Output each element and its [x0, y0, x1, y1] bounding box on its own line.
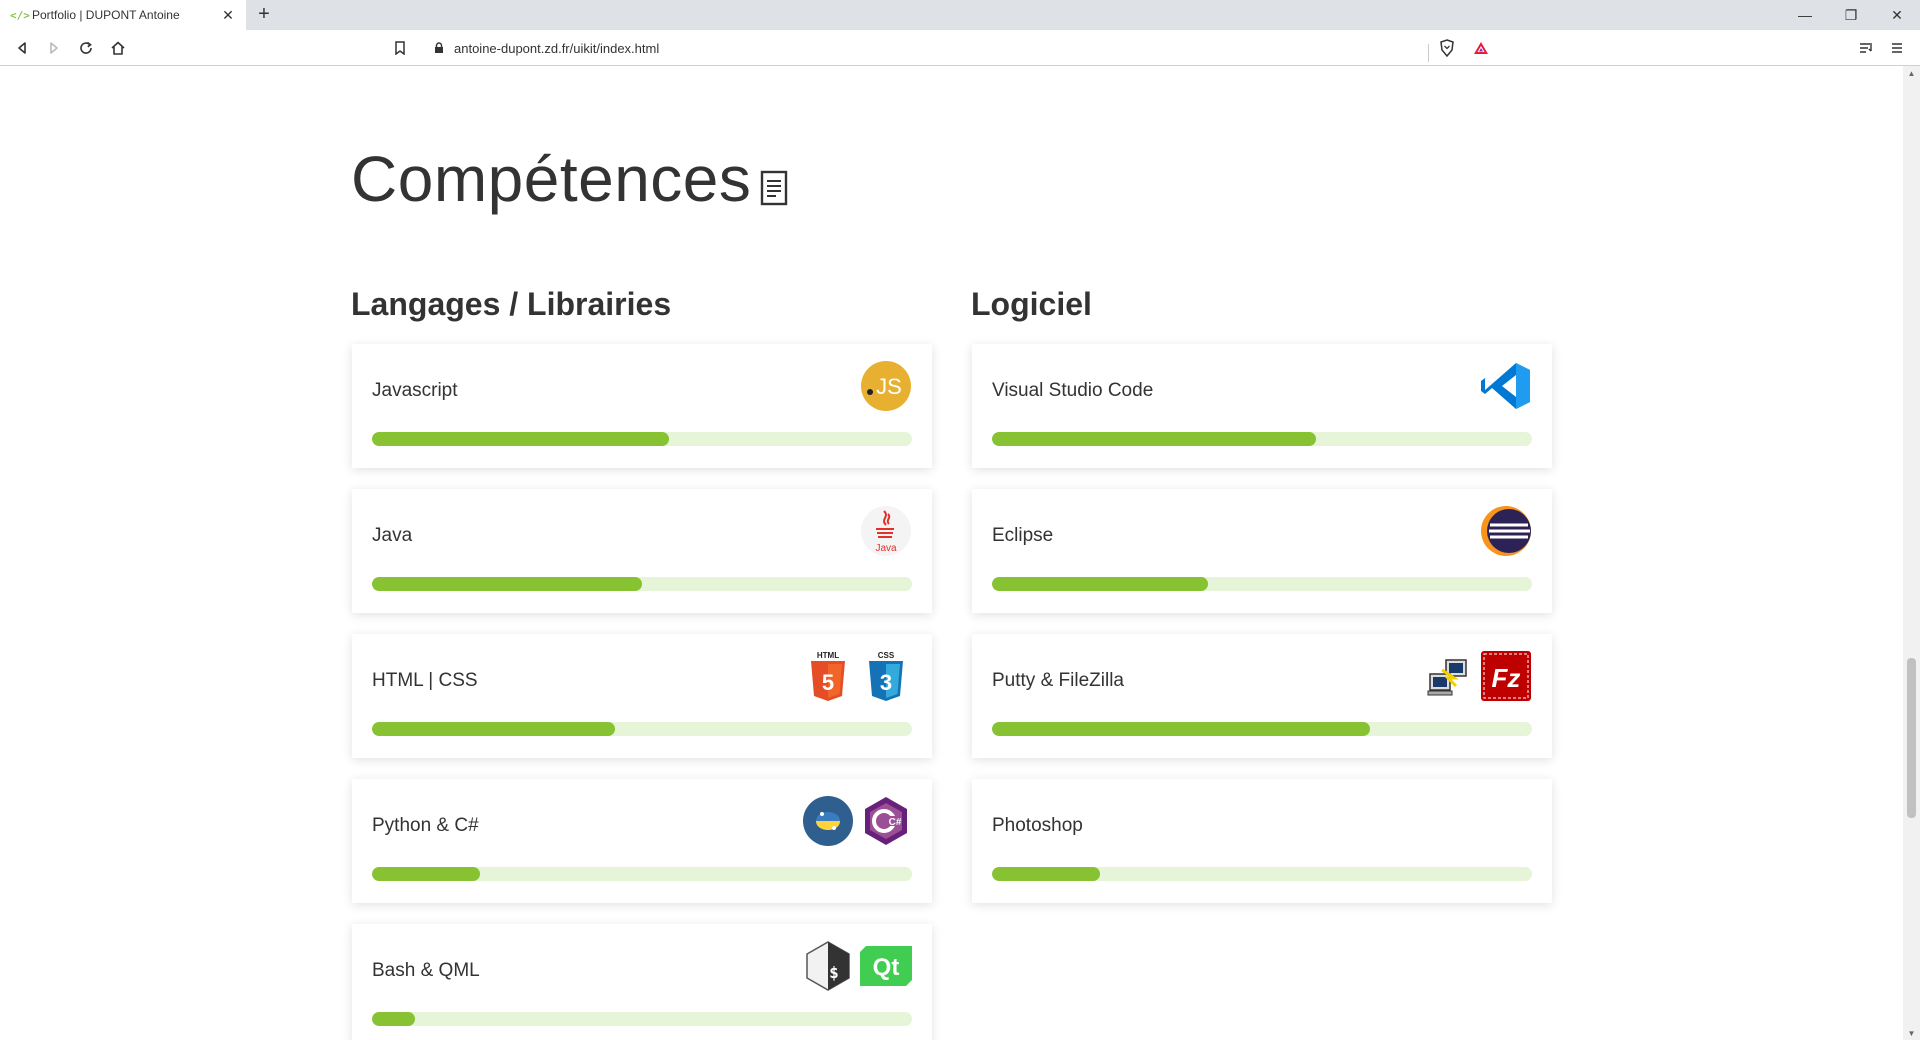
skill-progress-bar [372, 722, 912, 736]
vscode-icon [1480, 360, 1532, 412]
putty-icon [1422, 650, 1474, 702]
skill-progress-bar [992, 577, 1532, 591]
menu-icon[interactable] [1886, 37, 1908, 59]
bookmark-icon [395, 41, 405, 55]
skill-label: Javascript [372, 380, 458, 401]
right-column-title: Logiciel [971, 286, 1092, 322]
page-scrollbar[interactable]: ▲ ▼ [1903, 66, 1920, 1040]
html5-icon: HTML 5 [802, 650, 854, 702]
progress-fill [992, 722, 1370, 736]
svg-text:CSS: CSS [878, 651, 895, 660]
document-icon [760, 170, 788, 206]
skill-card-eclipse: Eclipse [972, 489, 1552, 613]
svg-text:5: 5 [822, 670, 834, 695]
browser-tab[interactable]: </> Portfolio | DUPONT Antoine ✕ [0, 0, 246, 30]
page-content: Compétences Langages / Librairies Logici… [0, 66, 1903, 1040]
skill-card-bash-qml: Bash & QML $ Qt [352, 924, 932, 1040]
skill-card-putty-filezilla: Putty & FileZilla Fz [972, 634, 1552, 758]
progress-fill [992, 577, 1208, 591]
restore-button[interactable]: ❐ [1828, 0, 1874, 30]
skill-card-vscode: Visual Studio Code [972, 344, 1552, 468]
skill-label: Visual Studio Code [992, 380, 1154, 401]
forward-arrow-icon [50, 42, 58, 54]
csharp-icon: C# [860, 795, 912, 847]
python-icon [802, 795, 854, 847]
qt-icon: Qt [860, 940, 912, 992]
scroll-up-arrow-icon[interactable]: ▲ [1903, 66, 1920, 80]
skill-progress-bar [372, 432, 912, 446]
svg-text:$: $ [829, 963, 839, 982]
svg-text:HTML: HTML [817, 651, 839, 660]
forward-button[interactable] [42, 36, 66, 60]
back-arrow-icon [18, 42, 26, 54]
svg-text:Fz: Fz [1492, 663, 1521, 693]
code-favicon-icon: </> [10, 8, 30, 22]
skill-card-python-csharp: Python & C# C# [352, 779, 932, 903]
skill-card-html-css: HTML | CSS HTML 5 CSS 3 [352, 634, 932, 758]
progress-fill [372, 722, 615, 736]
left-column-title: Langages / Librairies [351, 286, 672, 322]
lock-icon [432, 41, 446, 55]
reload-button[interactable] [74, 36, 98, 60]
svg-text:Qt: Qt [873, 954, 900, 981]
tab-close-icon[interactable]: ✕ [220, 7, 236, 24]
skill-label: Java [372, 525, 413, 546]
svg-text:JS: JS [876, 374, 902, 399]
new-tab-button[interactable]: + [252, 3, 276, 27]
skill-progress-bar [992, 722, 1532, 736]
skill-label: Python & C# [372, 815, 479, 836]
progress-fill [372, 867, 480, 881]
home-button[interactable] [106, 36, 130, 60]
skill-progress-bar [372, 1012, 912, 1026]
progress-fill [992, 867, 1100, 881]
skill-progress-bar [372, 577, 912, 591]
bash-icon: $ [802, 940, 854, 992]
back-button[interactable] [10, 36, 34, 60]
url-text: antoine-dupont.zd.fr/uikit/index.html [454, 40, 660, 56]
minimize-button[interactable]: — [1782, 0, 1828, 30]
tab-title: Portfolio | DUPONT Antoine [32, 8, 180, 22]
reading-list-icon[interactable] [1856, 37, 1878, 59]
progress-fill [372, 577, 642, 591]
eclipse-icon [1480, 505, 1532, 557]
browser-toolbar: antoine-dupont.zd.fr/uikit/index.html [0, 30, 1920, 66]
bookmark-button[interactable] [388, 36, 412, 60]
svg-text:C#: C# [889, 817, 902, 828]
skill-label: Putty & FileZilla [992, 670, 1124, 691]
scroll-thumb[interactable] [1907, 658, 1916, 818]
reload-icon [80, 41, 92, 54]
brave-rewards-icon[interactable] [1470, 37, 1492, 59]
skill-label: Bash & QML [372, 960, 480, 981]
address-bar[interactable]: antoine-dupont.zd.fr/uikit/index.html [422, 34, 1500, 62]
skill-card-java: Java Java [352, 489, 932, 613]
skill-card-javascript: Javascript JS [352, 344, 932, 468]
svg-text:3: 3 [880, 670, 892, 695]
progress-fill [372, 1012, 416, 1026]
skill-progress-bar [992, 867, 1532, 881]
tab-bar: </> Portfolio | DUPONT Antoine ✕ + — ❐ ✕ [0, 0, 1920, 30]
progress-fill [992, 432, 1316, 446]
skill-label: Photoshop [992, 815, 1083, 836]
skill-progress-bar [372, 867, 912, 881]
filezilla-icon: Fz [1480, 650, 1532, 702]
scroll-down-arrow-icon[interactable]: ▼ [1903, 1026, 1920, 1040]
skill-progress-bar [992, 432, 1532, 446]
home-icon [111, 41, 125, 55]
css3-icon: CSS 3 [860, 650, 912, 702]
brave-shield-icon[interactable] [1436, 37, 1458, 59]
skill-card-photoshop: Photoshop [972, 779, 1552, 903]
window-close-button[interactable]: ✕ [1874, 0, 1920, 30]
toolbar-divider [1428, 44, 1429, 62]
progress-fill [372, 432, 669, 446]
java-icon: Java [860, 505, 912, 557]
skill-label: Eclipse [992, 525, 1054, 546]
skill-label: HTML | CSS [372, 670, 478, 691]
javascript-icon: JS [860, 360, 912, 412]
svg-text:Java: Java [875, 543, 897, 554]
section-title: Compétences [351, 143, 752, 215]
